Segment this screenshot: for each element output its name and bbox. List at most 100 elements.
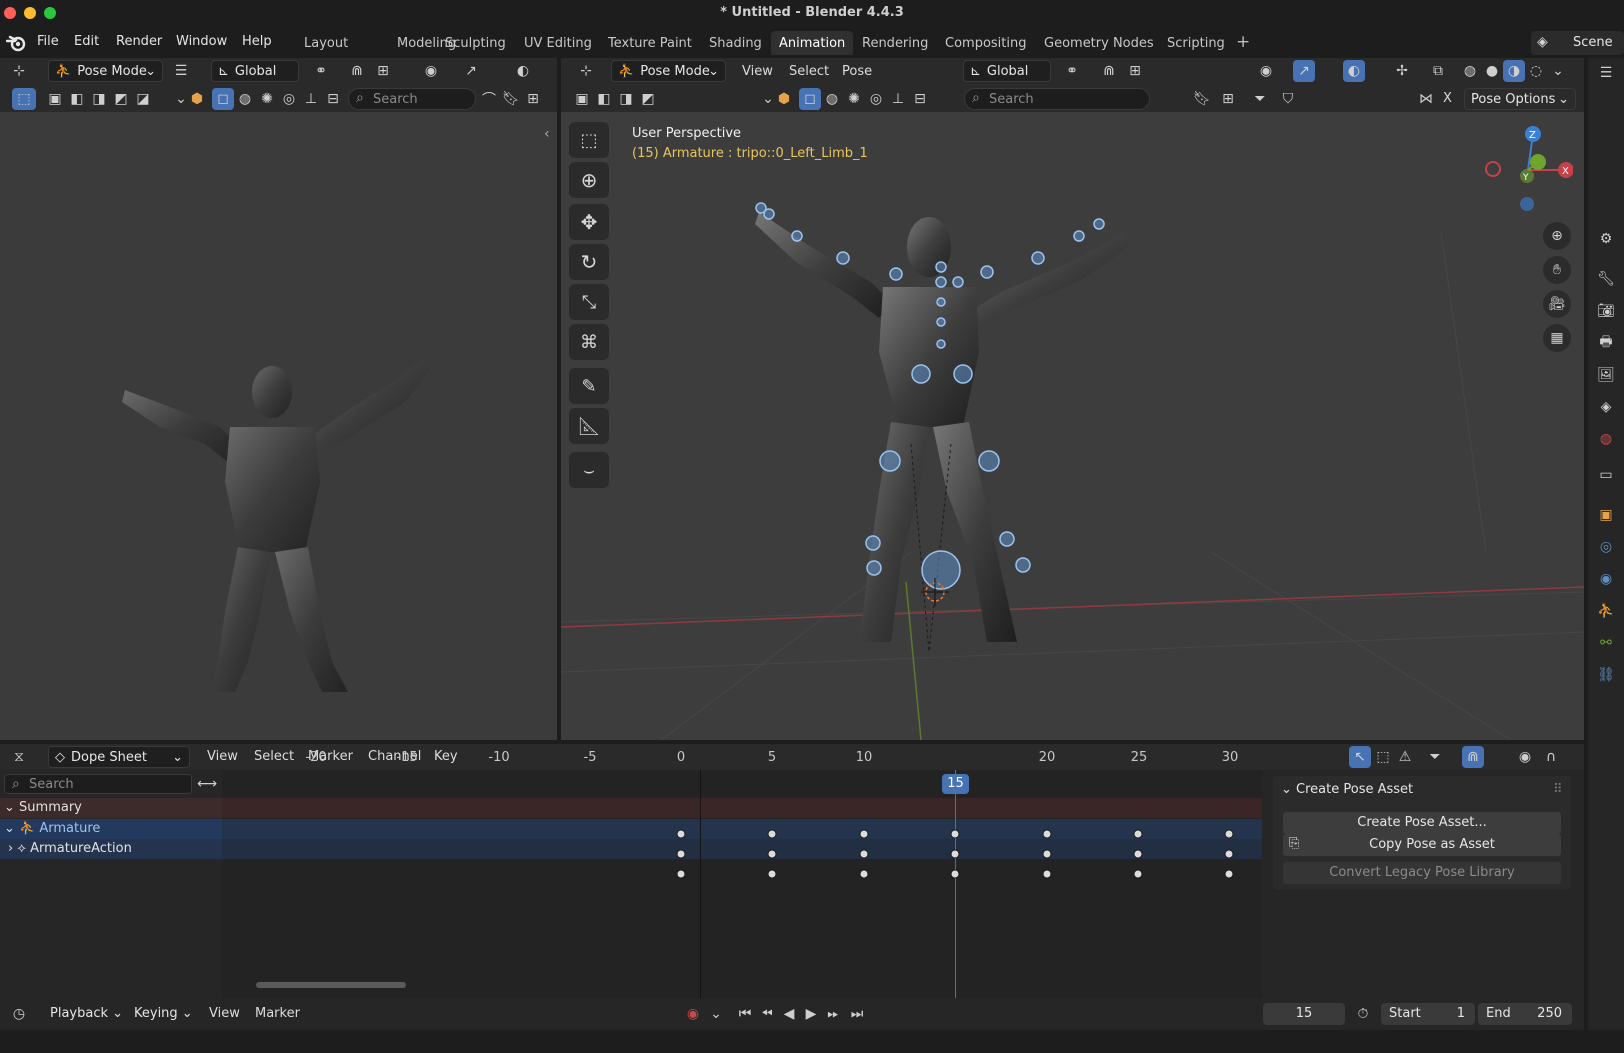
- copy-pose-as-asset-button[interactable]: ⎘ Copy Pose as Asset: [1283, 834, 1561, 856]
- mesh-filter-icon[interactable]: ◻: [799, 88, 821, 110]
- pan-hand-icon[interactable]: ✋︎: [1543, 256, 1571, 284]
- object-icon[interactable]: ⬢: [773, 88, 795, 110]
- left-3d-viewport[interactable]: ‹: [0, 112, 557, 740]
- keyframe[interactable]: [1224, 869, 1234, 879]
- select-box-icon[interactable]: ⬚: [12, 88, 36, 110]
- channel-armature[interactable]: ⌄ ⛹ Armature: [0, 819, 222, 839]
- other-filter-icon[interactable]: ⊟: [909, 88, 931, 110]
- show-hidden-icon[interactable]: ⬚: [1372, 746, 1394, 768]
- editor-type-icon[interactable]: ⊹: [8, 60, 30, 82]
- tab-rendering[interactable]: Rendering: [854, 31, 936, 55]
- select-new-icon[interactable]: ▣: [571, 88, 593, 110]
- bone-tab-icon[interactable]: ⚯: [1595, 632, 1617, 654]
- filter-icon[interactable]: ⏷: [1249, 88, 1271, 110]
- select-intersect-icon[interactable]: ◪: [132, 88, 154, 110]
- tab-compositing[interactable]: Compositing: [937, 31, 1035, 55]
- jump-start-icon[interactable]: ⏮: [734, 1003, 756, 1025]
- render-tab-icon[interactable]: 📷︎: [1595, 300, 1617, 322]
- channel-search-input[interactable]: Search: [4, 774, 192, 794]
- play-icon[interactable]: ▶: [800, 1003, 822, 1025]
- right-mode-dropdown[interactable]: ⛹ Pose Mode ⌄: [611, 60, 726, 82]
- drag-handle-icon[interactable]: ⠿: [1553, 782, 1563, 797]
- jump-end-icon[interactable]: ⏭: [846, 1003, 868, 1025]
- keyframe[interactable]: [1042, 869, 1052, 879]
- keyframe[interactable]: [1042, 829, 1052, 839]
- keyframe[interactable]: [950, 829, 960, 839]
- overlay-icon[interactable]: ◐: [512, 60, 534, 82]
- only-selected-icon[interactable]: ↖: [1349, 746, 1371, 768]
- properties-editor-icon[interactable]: ⚙: [1595, 228, 1617, 250]
- keying-menu[interactable]: Keying ⌄: [128, 1003, 196, 1025]
- keyframe[interactable]: [1133, 849, 1143, 859]
- rendered-shading-icon[interactable]: ◌: [1525, 60, 1547, 82]
- select-extend-icon[interactable]: ◧: [66, 88, 88, 110]
- menu-window[interactable]: Window: [176, 34, 227, 49]
- funnel-icon[interactable]: ⌒: [478, 88, 500, 110]
- scene-tab-icon[interactable]: ◈: [1595, 396, 1617, 418]
- camera-view-icon[interactable]: 🎥︎: [1543, 290, 1571, 318]
- empty-filter-icon[interactable]: ⊥: [300, 88, 322, 110]
- channel-summary[interactable]: ⌄ Summary: [0, 798, 222, 818]
- start-frame-field[interactable]: Start 1: [1381, 1003, 1475, 1025]
- pivot-icon[interactable]: ⚭: [1061, 60, 1083, 82]
- light-filter-icon[interactable]: ✺: [843, 88, 865, 110]
- layout-icon[interactable]: ⊞: [522, 88, 544, 110]
- gizmo-toggle-icon[interactable]: ↗: [1293, 60, 1315, 82]
- add-workspace-button[interactable]: +: [1236, 32, 1250, 52]
- zoom-icon[interactable]: ⊕: [1543, 222, 1571, 250]
- keyframe[interactable]: [859, 869, 869, 879]
- falloff-icon[interactable]: ∩: [1540, 746, 1562, 768]
- errors-only-icon[interactable]: ⚠: [1394, 746, 1416, 768]
- camera-filter-icon[interactable]: ◎: [865, 88, 887, 110]
- perspective-grid-icon[interactable]: ▦: [1543, 324, 1571, 352]
- tab-animation[interactable]: Animation: [771, 31, 854, 55]
- menu-marker[interactable]: Marker: [255, 1006, 300, 1021]
- light-filter-icon[interactable]: ✺: [256, 88, 278, 110]
- select-invert-icon[interactable]: ◩: [110, 88, 132, 110]
- menu-view[interactable]: View: [207, 749, 238, 764]
- select-extend-icon[interactable]: ◧: [593, 88, 615, 110]
- editor-type-icon[interactable]: ◷: [8, 1003, 30, 1025]
- chevron-down-icon[interactable]: ⌄: [1547, 60, 1569, 82]
- chevron-down-icon[interactable]: ⌄: [705, 1003, 727, 1025]
- keyframe-area[interactable]: [222, 770, 1262, 998]
- layout-icon[interactable]: ⊞: [1217, 88, 1239, 110]
- tab-shading[interactable]: Shading: [701, 31, 770, 55]
- current-frame-field[interactable]: 15: [1263, 1003, 1345, 1025]
- channel-armature-action[interactable]: › ⟡ ArmatureAction: [0, 839, 222, 859]
- dope-sheet-mode-dropdown[interactable]: ◇ Dope Sheet ⌄: [48, 746, 190, 768]
- keyframe[interactable]: [859, 829, 869, 839]
- output-tab-icon[interactable]: 🖶: [1595, 332, 1617, 354]
- keyframe[interactable]: [1133, 829, 1143, 839]
- curve-filter-icon[interactable]: ◍: [821, 88, 843, 110]
- menu-file[interactable]: File: [37, 34, 59, 49]
- armature-data-tab-icon[interactable]: ⛹: [1595, 600, 1617, 622]
- menu-pose[interactable]: Pose: [842, 64, 872, 79]
- keyframe[interactable]: [1042, 849, 1052, 859]
- snap-target-icon[interactable]: ⊞: [372, 60, 394, 82]
- proportional-icon[interactable]: ◉: [1514, 746, 1536, 768]
- menu-view[interactable]: View: [209, 1006, 240, 1021]
- keyframe[interactable]: [676, 849, 686, 859]
- keyframe[interactable]: [1133, 869, 1143, 879]
- tool-tab-icon[interactable]: 🔧︎: [1595, 268, 1617, 290]
- tab-scripting[interactable]: Scripting: [1159, 31, 1233, 55]
- menu-key[interactable]: Key: [434, 749, 458, 764]
- right-orientation-dropdown[interactable]: ⊾ Global: [963, 60, 1051, 82]
- tab-texture-paint[interactable]: Texture Paint: [600, 31, 700, 55]
- tab-sculpting[interactable]: Sculpting: [437, 31, 514, 55]
- editor-type-icon[interactable]: ⊹: [575, 60, 597, 82]
- auto-snap-icon[interactable]: ⋒: [1462, 746, 1484, 768]
- wireframe-shading-icon[interactable]: ◍: [1459, 60, 1481, 82]
- object-tab-icon[interactable]: ▣: [1595, 504, 1617, 526]
- scene-selector[interactable]: ◈ Scene: [1531, 31, 1624, 55]
- keyframe[interactable]: [859, 849, 869, 859]
- current-frame-indicator[interactable]: 15: [942, 774, 969, 794]
- keyframe[interactable]: [676, 829, 686, 839]
- convert-legacy-library-button[interactable]: Convert Legacy Pose Library: [1283, 862, 1561, 884]
- next-keyframe-icon[interactable]: ⏩︎: [822, 1003, 844, 1025]
- horizontal-scrollbar[interactable]: [256, 982, 406, 988]
- keyframe[interactable]: [767, 849, 777, 859]
- menu-render[interactable]: Render: [116, 34, 162, 49]
- panel-header[interactable]: ⌄ Create Pose Asset: [1281, 782, 1413, 797]
